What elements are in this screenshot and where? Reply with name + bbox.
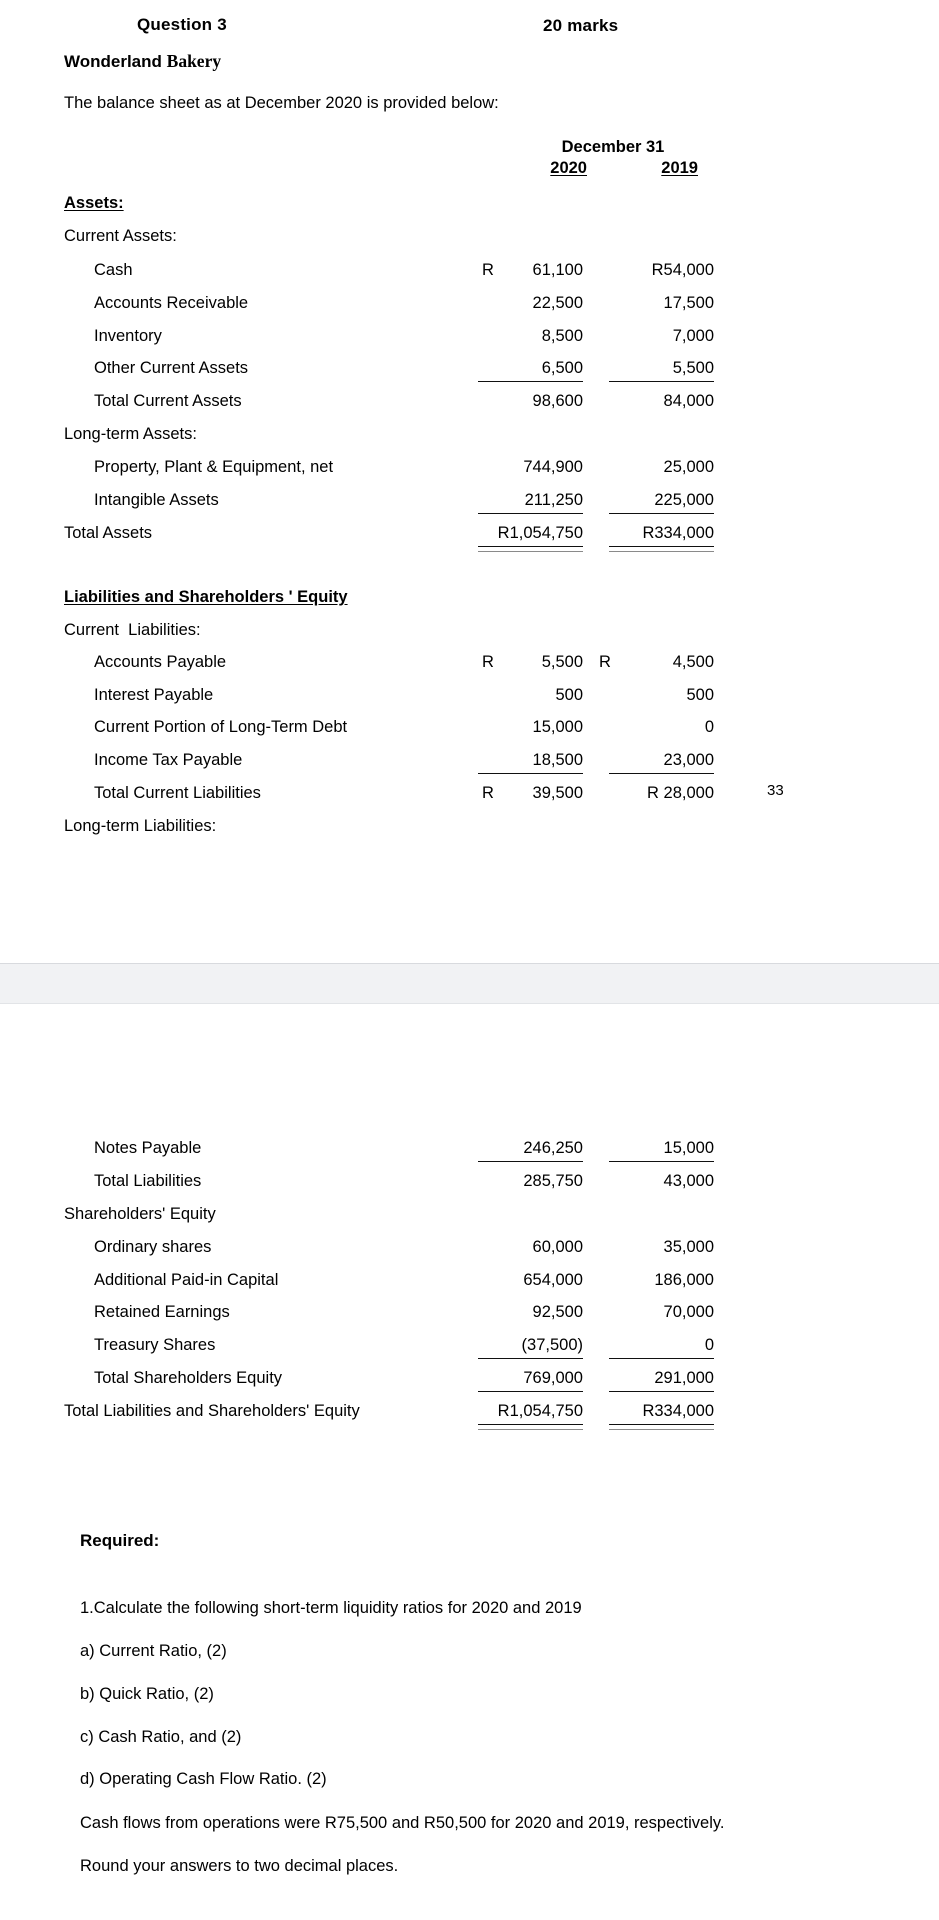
row-value-2019-accounts-payable: 4,500	[672, 653, 714, 671]
row-label-additional-paid-in-capital: Additional Paid-in Capital	[94, 1271, 279, 1289]
subtotal-rule-2020-current-assets	[478, 381, 583, 382]
row-label-total-liabilities-and-equity: Total Liabilities and Shareholders' Equi…	[64, 1402, 360, 1420]
row-label-ppe: Property, Plant & Equipment, net	[94, 458, 334, 476]
required-item-d: d) Operating Cash Flow Ratio. (2)	[80, 1770, 327, 1788]
row-value-2019-accounts-receivable: 17,500	[663, 294, 714, 312]
subtotal-rule-2020-notes-payable	[478, 1161, 583, 1162]
required-note-line-2: Round your answers to two decimal places…	[80, 1857, 399, 1875]
long-term-assets-heading: Long-term Assets:	[64, 425, 197, 443]
subtotal-rule-2019-current-assets	[609, 381, 714, 382]
required-note-line-1: Cash flows from operations were R75,500 …	[80, 1814, 725, 1832]
intro-text: The balance sheet as at December 2020 is…	[64, 94, 499, 112]
row-value-2019-notes-payable: 15,000	[663, 1139, 714, 1157]
row-value-2019-income-tax-payable: 23,000	[663, 751, 714, 769]
subtotal-rule-2020-total-equity	[478, 1391, 583, 1392]
row-label-inventory: Inventory	[94, 327, 162, 345]
current-assets-heading: Current Assets:	[64, 227, 177, 245]
row-label-accounts-payable: Accounts Payable	[94, 653, 227, 671]
shareholders-equity-heading: Shareholders' Equity	[64, 1205, 216, 1223]
row-label-notes-payable: Notes Payable	[94, 1139, 202, 1157]
page-number: 33	[767, 782, 784, 799]
row-label-ordinary-shares: Ordinary shares	[94, 1238, 212, 1256]
page-break-separator	[0, 963, 939, 1004]
question-title: Question 3	[137, 15, 227, 34]
total-rule-2019-grand-total	[609, 1424, 714, 1425]
row-label-income-tax-payable: Income Tax Payable	[94, 751, 243, 769]
row-value-2019-total-liabilities-and-equity: R334,000	[642, 1402, 714, 1420]
row-value-2019-cash: R54,000	[651, 261, 714, 279]
row-value-2019-intangible-assets: 225,000	[654, 491, 714, 509]
document-viewer: Question 3 20 marks Wonderland Bakery Th…	[0, 0, 939, 1920]
company-name-word2: Bakery	[166, 51, 222, 71]
current-liabilities-heading: Current Liabilities:	[64, 621, 201, 639]
long-term-liabilities-heading: Long-term Liabilities:	[64, 817, 217, 835]
question-marks: 20 marks	[543, 16, 619, 35]
row-value-2019-total-assets: R334,000	[642, 524, 714, 542]
row-value-2019-current-portion-lt-debt: 0	[704, 718, 714, 736]
required-heading: Required:	[80, 1531, 160, 1550]
row-value-2019-total-current-liabilities: R 28,000	[647, 784, 714, 802]
company-name: Wonderland Bakery	[64, 51, 222, 71]
total-rule-2020-grand-total	[478, 1424, 583, 1425]
total-double-rule-2020-total-assets	[478, 551, 583, 552]
row-value-2019-total-liabilities: 43,000	[663, 1172, 714, 1190]
assets-heading: Assets:	[64, 194, 124, 212]
row-label-total-liabilities: Total Liabilities	[94, 1172, 202, 1190]
row-label-intangible-assets: Intangible Assets	[94, 491, 219, 509]
subtotal-rule-2019-treasury-shares	[609, 1358, 714, 1359]
row-value-2019-interest-payable: 500	[686, 686, 714, 704]
row-label-current-portion-lt-debt: Current Portion of Long-Term Debt	[94, 718, 348, 736]
document-page-1: Question 3 20 marks Wonderland Bakery Th…	[0, 0, 939, 963]
row-value-2019-total-shareholders-equity: 291,000	[654, 1369, 714, 1387]
subtotal-rule-2020-current-liabilities	[478, 773, 583, 774]
subtotal-rule-2019-total-equity	[609, 1391, 714, 1392]
row-label-other-current-assets: Other Current Assets	[94, 359, 249, 377]
required-item-a: a) Current Ratio, (2)	[80, 1642, 227, 1660]
row-label-treasury-shares: Treasury Shares	[94, 1336, 216, 1354]
period-header: December 31	[561, 138, 665, 156]
required-item-1: 1.Calculate the following short-term liq…	[80, 1599, 582, 1617]
row-label-accounts-receivable: Accounts Receivable	[94, 294, 249, 312]
required-item-b: b) Quick Ratio, (2)	[80, 1685, 214, 1703]
row-label-total-shareholders-equity: Total Shareholders Equity	[94, 1369, 283, 1387]
company-name-word1: Wonderland	[64, 52, 162, 71]
row-label-total-current-liabilities: Total Current Liabilities	[94, 784, 261, 802]
liabilities-equity-heading: Liabilities and Shareholders ' Equity	[64, 588, 348, 606]
row-label-cash: Cash	[94, 261, 133, 279]
column-header-2019: 2019	[661, 159, 698, 177]
subtotal-rule-2020-treasury-shares	[478, 1358, 583, 1359]
row-value-2019-treasury-shares: 0	[704, 1336, 714, 1354]
row-label-total-current-assets: Total Current Assets	[94, 392, 242, 410]
required-item-c: c) Cash Ratio, and (2)	[80, 1728, 242, 1746]
row-label-total-assets: Total Assets	[64, 524, 153, 542]
row-label-retained-earnings: Retained Earnings	[94, 1303, 230, 1321]
row-label-interest-payable: Interest Payable	[94, 686, 214, 704]
total-double-rule-2020-grand-total	[478, 1429, 583, 1430]
total-double-rule-2019-total-assets	[609, 551, 714, 552]
subtotal-rule-2019-current-liabilities	[609, 773, 714, 774]
subtotal-rule-2020-long-term-assets	[478, 513, 583, 514]
subtotal-rule-2019-notes-payable	[609, 1161, 714, 1162]
row-value-2019-additional-paid-in-capital: 186,000	[654, 1271, 714, 1289]
total-rule-2019-total-assets	[609, 546, 714, 547]
row-value-2019-inventory: 7,000	[672, 327, 714, 345]
column-header-2020: 2020	[550, 159, 587, 177]
subtotal-rule-2019-long-term-assets	[609, 513, 714, 514]
total-double-rule-2019-grand-total	[609, 1429, 714, 1430]
row-value-2019-retained-earnings: 70,000	[663, 1303, 714, 1321]
document-page-2: Notes Payable 246,250 15,000 Total Liabi…	[0, 1004, 939, 1920]
row-value-2019-total-current-assets: 84,000	[663, 392, 714, 410]
row-value-2019-ordinary-shares: 35,000	[663, 1238, 714, 1256]
row-value-2019-ppe: 25,000	[663, 458, 714, 476]
total-rule-2020-total-assets	[478, 546, 583, 547]
row-value-2019-other-current-assets: 5,500	[672, 359, 714, 377]
